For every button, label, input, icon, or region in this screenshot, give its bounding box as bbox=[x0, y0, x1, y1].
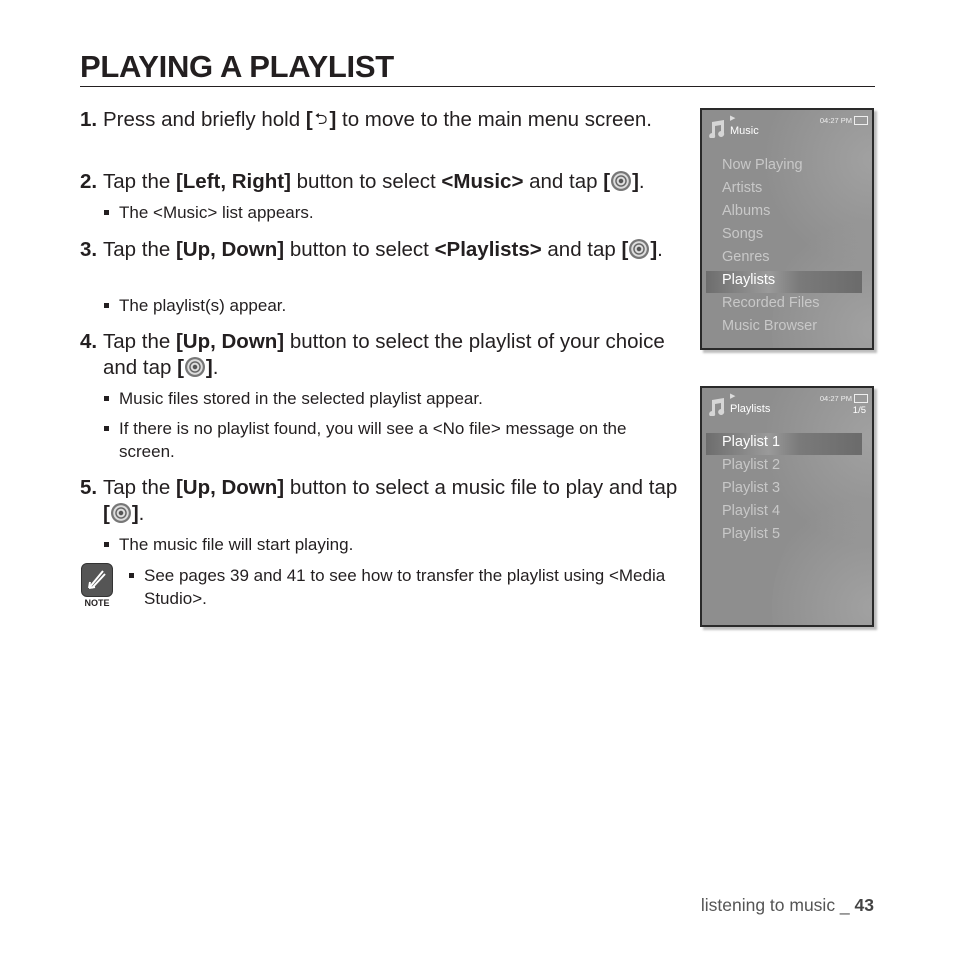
menu-ref: <Music> bbox=[441, 170, 524, 193]
clock: 04:27 PM bbox=[819, 394, 852, 403]
bullet-text: The playlist(s) appear. bbox=[119, 296, 287, 315]
step-text: Tap the bbox=[103, 330, 176, 353]
menu-item-songs[interactable]: Songs bbox=[722, 226, 763, 242]
button-ref: [Up, Down] bbox=[175, 330, 285, 353]
step-text: Tap the bbox=[103, 170, 176, 193]
menu-item-playlists[interactable]: Playlists bbox=[722, 272, 775, 288]
menu-ref: <Playlists> bbox=[434, 238, 542, 261]
playlist-item[interactable]: Playlist 4 bbox=[722, 503, 780, 519]
note-pencil-icon bbox=[81, 563, 113, 597]
music-note-icon bbox=[709, 120, 725, 138]
menu-item-music-browser[interactable]: Music Browser bbox=[722, 318, 817, 334]
select-button-icon bbox=[110, 503, 131, 523]
menu-item-now-playing[interactable]: Now Playing bbox=[722, 157, 803, 173]
play-indicator-icon: ▶ bbox=[730, 393, 736, 400]
step-text: and tap bbox=[523, 170, 604, 193]
step-2: 2. Tap the [Left, Right] button to selec… bbox=[80, 170, 645, 193]
step-number: 1. bbox=[80, 108, 98, 131]
playlist-item[interactable]: Playlist 2 bbox=[722, 457, 780, 473]
note-text: See pages 39 and 41 to see how to transf… bbox=[144, 566, 666, 608]
step-text: to move to the main menu screen. bbox=[336, 108, 652, 131]
note-label: NOTE bbox=[84, 598, 110, 608]
note-bullet: See pages 39 and 41 to see how to transf… bbox=[129, 564, 689, 610]
bullet: If there is no playlist found, you will … bbox=[104, 417, 684, 463]
select-button-icon bbox=[629, 239, 650, 259]
step-1: 1. Press and briefly hold [⮌] to move to… bbox=[80, 107, 680, 133]
bullet-text: Music files stored in the selected playl… bbox=[119, 389, 483, 408]
menu-item-artists[interactable]: Artists bbox=[722, 180, 762, 196]
clock: 04:27 PM bbox=[819, 116, 852, 125]
step-number: 2. bbox=[80, 170, 98, 193]
button-ref: [Up, Down] bbox=[175, 238, 285, 261]
select-button-icon bbox=[184, 357, 205, 377]
page-number: 43 bbox=[854, 895, 874, 915]
menu-item-recorded-files[interactable]: Recorded Files bbox=[722, 295, 820, 311]
bullet-text: The music file will start playing. bbox=[119, 535, 354, 554]
page-footer: listening to music _ 43 bbox=[701, 895, 874, 916]
screen-title: Playlists bbox=[730, 403, 771, 415]
bullet-marker bbox=[104, 542, 109, 547]
bullet-marker bbox=[104, 303, 109, 308]
bullet-text: The <Music> list appears. bbox=[119, 203, 314, 222]
step-text: button to select bbox=[290, 170, 442, 193]
step-text: Tap the bbox=[103, 238, 176, 261]
step-text: button to select bbox=[284, 238, 435, 261]
menu-item-albums[interactable]: Albums bbox=[722, 203, 770, 219]
section-name: listening to music _ bbox=[700, 895, 855, 915]
screen-title: Music bbox=[730, 125, 759, 137]
bullet: The <Music> list appears. bbox=[104, 201, 684, 224]
bullet-text: If there is no playlist found, you will … bbox=[119, 419, 627, 461]
playlist-item[interactable]: Playlist 5 bbox=[722, 526, 780, 542]
title-divider bbox=[80, 86, 875, 87]
battery-icon bbox=[854, 394, 868, 403]
bullet-marker bbox=[129, 573, 134, 578]
menu-item-genres[interactable]: Genres bbox=[722, 249, 770, 265]
step-4: 4. Tap the [Up, Down] button to select t… bbox=[80, 330, 665, 379]
step-5: 5. Tap the [Up, Down] button to select a… bbox=[80, 476, 678, 525]
page-title: PLAYING A PLAYLIST bbox=[80, 49, 394, 84]
playlist-item[interactable]: Playlist 3 bbox=[722, 480, 780, 496]
step-3: 3. Tap the [Up, Down] button to select <… bbox=[80, 238, 663, 261]
select-button-icon bbox=[611, 171, 632, 191]
bullet: The music file will start playing. bbox=[104, 533, 684, 556]
bullet-marker bbox=[104, 210, 109, 215]
step-text: Press and briefly hold bbox=[103, 108, 306, 131]
button-ref: [Up, Down] bbox=[175, 476, 285, 499]
bullet: The playlist(s) appear. bbox=[104, 294, 684, 317]
music-note-icon bbox=[709, 398, 725, 416]
device-screen-playlists: ▶ Playlists 04:27 PM 1/5 Playlist 1 Play… bbox=[700, 386, 874, 627]
device-screen-music-menu: ▶ Music 04:27 PM Now Playing Artists Alb… bbox=[700, 108, 874, 350]
step-number: 3. bbox=[80, 238, 98, 261]
bullet: Music files stored in the selected playl… bbox=[104, 387, 684, 410]
bullet-marker bbox=[104, 396, 109, 401]
play-indicator-icon: ▶ bbox=[730, 115, 736, 122]
step-text: and tap bbox=[541, 238, 622, 261]
step-number: 4. bbox=[80, 330, 98, 353]
battery-icon bbox=[854, 116, 868, 125]
step-number: 5. bbox=[80, 476, 98, 499]
step-text: Tap the bbox=[103, 476, 176, 499]
bullet-marker bbox=[104, 426, 109, 431]
back-arrow-icon: ⮌ bbox=[314, 111, 328, 128]
button-ref: [Left, Right] bbox=[175, 170, 291, 193]
item-count: 1/5 bbox=[852, 405, 866, 416]
bracket: [ bbox=[305, 108, 313, 131]
step-text: button to select a music file to play an… bbox=[284, 476, 678, 499]
playlist-item[interactable]: Playlist 1 bbox=[722, 434, 780, 450]
